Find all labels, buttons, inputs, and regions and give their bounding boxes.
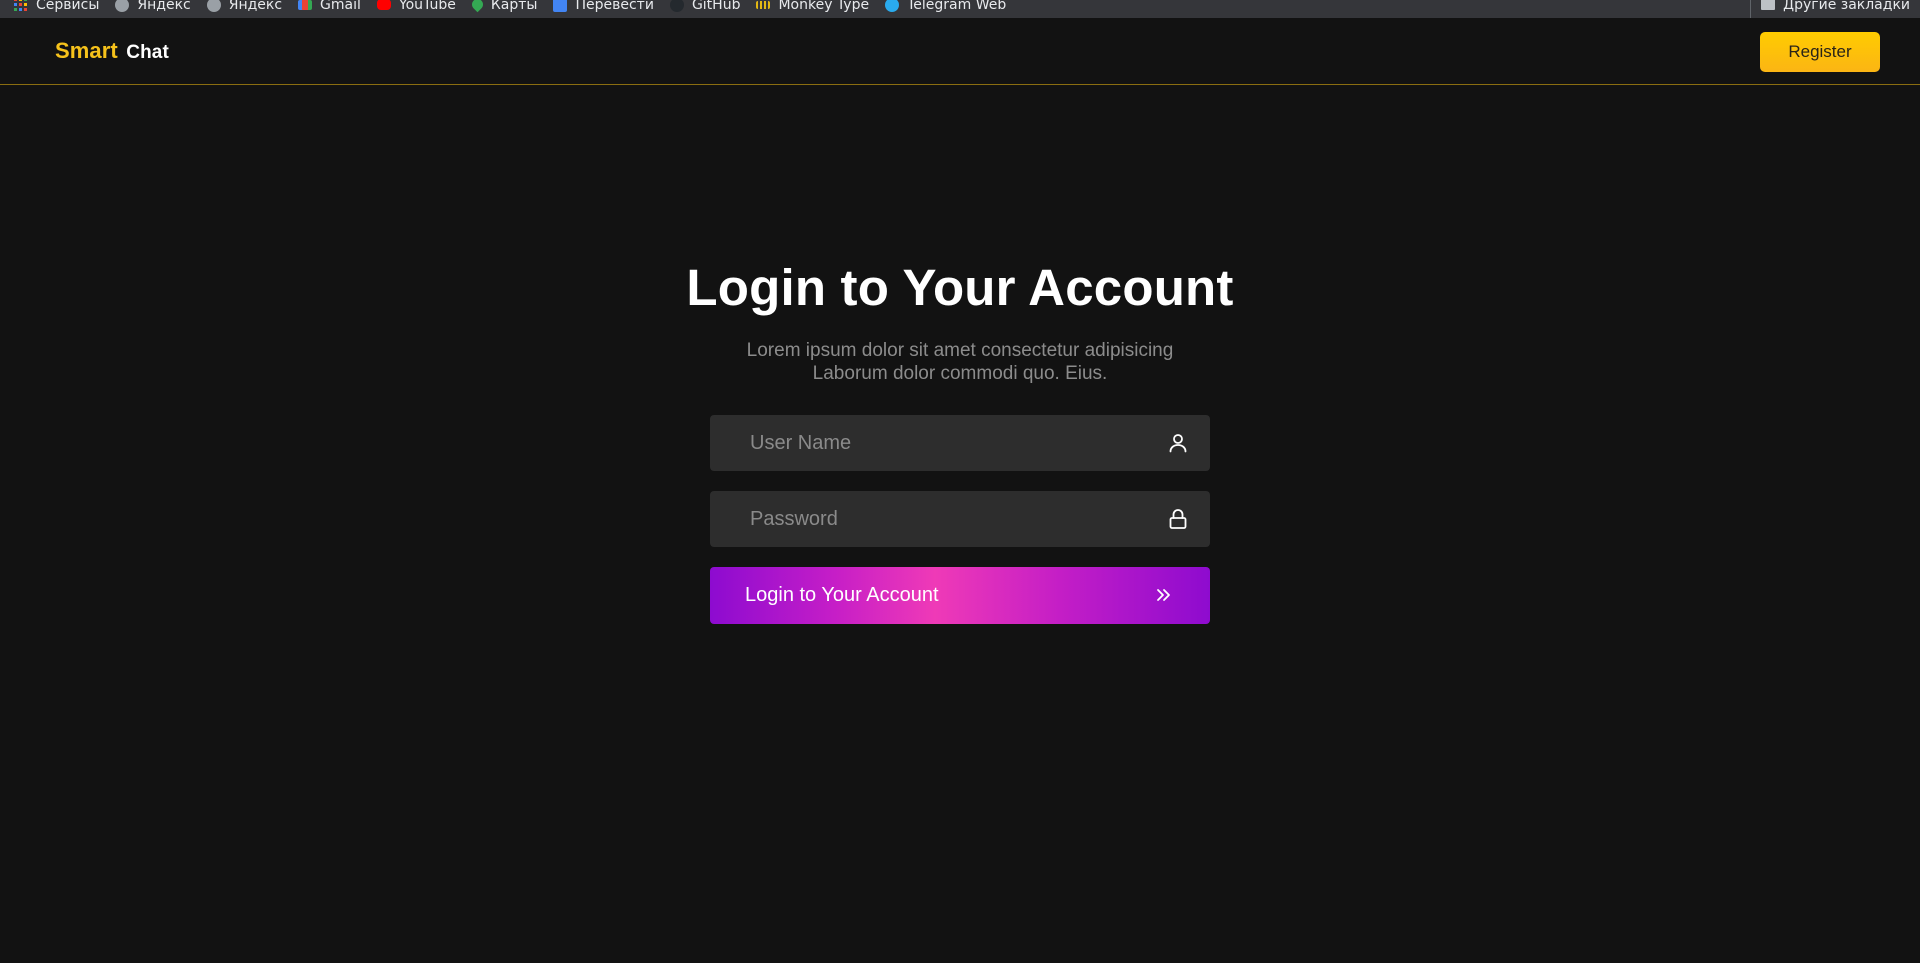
bookmark-label: Сервисы: [36, 0, 100, 13]
user-icon: [1169, 434, 1187, 453]
bookmark-label: Перевести: [575, 0, 654, 13]
page-title: Login to Your Account: [686, 259, 1234, 316]
bookmark-services[interactable]: Сервисы: [14, 0, 99, 18]
bookmark-yandex-2[interactable]: Яндекс: [206, 0, 283, 18]
youtube-icon: [376, 0, 391, 10]
bookmark-gmail[interactable]: Gmail: [298, 0, 361, 18]
github-icon: [669, 0, 684, 12]
username-input[interactable]: [710, 415, 1210, 471]
other-bookmarks-label: Другие закладки: [1783, 0, 1910, 13]
globe-icon: [206, 0, 221, 12]
password-field: [710, 491, 1210, 547]
register-button[interactable]: Register: [1760, 32, 1880, 72]
username-field: [710, 415, 1210, 471]
bookmarks-bar: Сервисы Яндекс Яндекс Gmail YouTube Карт…: [0, 0, 1920, 18]
bookmark-telegram[interactable]: Telegram Web: [885, 0, 1006, 18]
bookmark-label: Gmail: [320, 0, 361, 13]
gmail-icon: [298, 0, 313, 10]
globe-icon: [115, 0, 130, 12]
bookmark-youtube[interactable]: YouTube: [376, 0, 456, 18]
login-form: Login to Your Account Lorem ipsum dolor …: [0, 256, 1920, 624]
bookmark-github[interactable]: GitHub: [669, 0, 741, 18]
logo-secondary: Chat: [126, 42, 169, 63]
logo-primary: Smart: [55, 38, 118, 63]
bookmark-translate[interactable]: Перевести: [553, 0, 654, 18]
bookmark-maps[interactable]: Карты: [469, 0, 538, 18]
lock-icon: [1169, 509, 1187, 529]
monkeytype-icon: [756, 0, 771, 9]
other-bookmarks[interactable]: Другие закладки: [1750, 0, 1910, 18]
apps-grid-icon: [14, 0, 28, 12]
password-input[interactable]: [710, 491, 1210, 547]
telegram-icon: [885, 0, 900, 12]
login-submit-button[interactable]: Login to Your Account: [710, 567, 1210, 624]
bookmark-label: GitHub: [691, 0, 741, 13]
maps-pin-icon: [469, 0, 486, 13]
translate-icon: [553, 0, 568, 12]
folder-icon: [1761, 0, 1776, 10]
double-chevron-right-icon: [1157, 589, 1170, 601]
page-subtitle: Lorem ipsum dolor sit amet consectetur a…: [746, 340, 1174, 384]
bookmark-label: YouTube: [398, 0, 456, 13]
logo[interactable]: Smart Chat: [55, 38, 169, 64]
login-submit-label: Login to Your Account: [745, 584, 939, 606]
bookmark-label: Яндекс: [228, 0, 283, 13]
bookmark-yandex[interactable]: Яндекс: [115, 0, 191, 18]
bookmark-monkeytype[interactable]: Monkey Type: [756, 0, 869, 18]
bookmark-label: Яндекс: [137, 0, 191, 13]
site-header: Smart Chat Register: [0, 18, 1920, 85]
bookmark-label: Telegram Web: [907, 0, 1007, 13]
bookmark-label: Monkey Type: [778, 0, 870, 13]
bookmark-label: Карты: [490, 0, 538, 13]
